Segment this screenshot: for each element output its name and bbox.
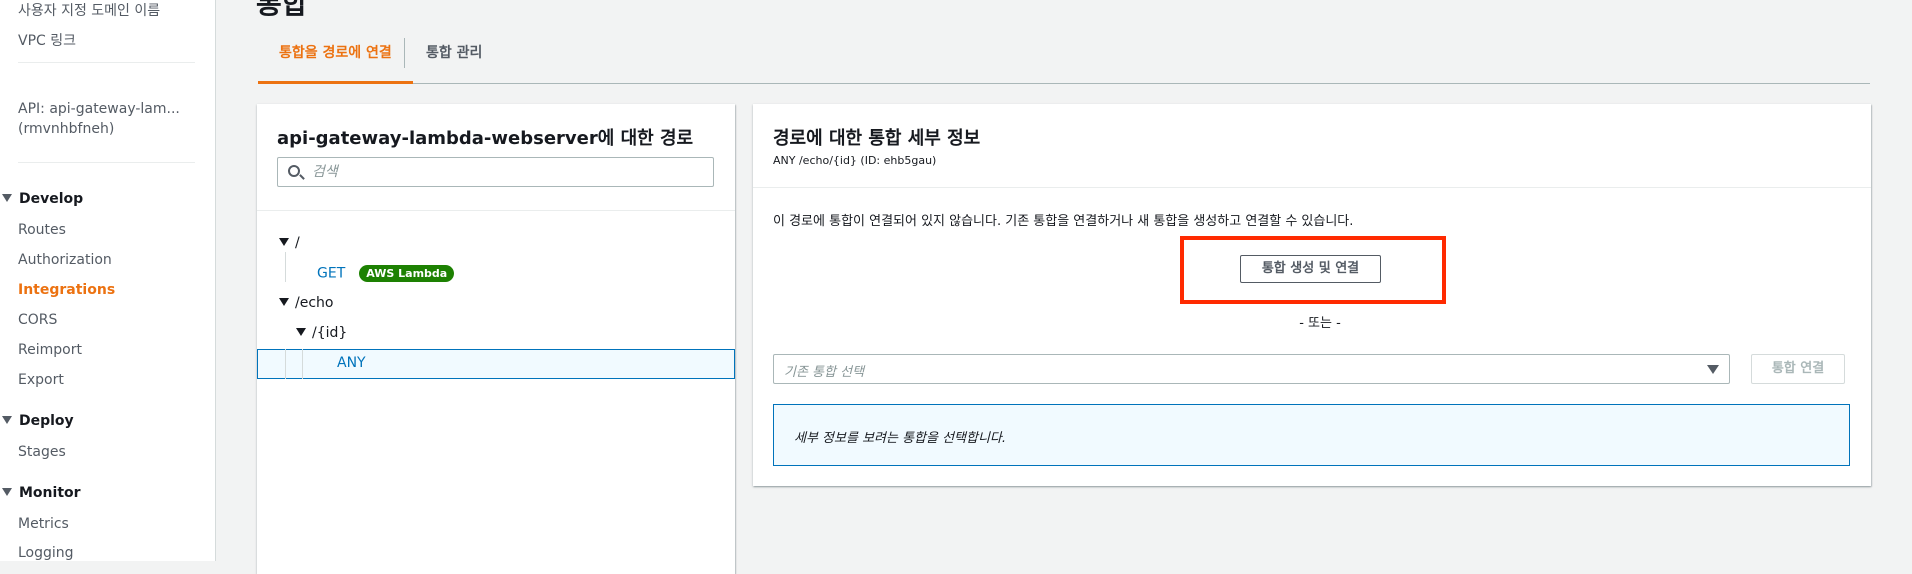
info-alert: 세부 정보를 보려는 통합을 선택합니다.: [773, 404, 1850, 466]
sidebar-item-integrations[interactable]: Integrations: [18, 282, 115, 298]
sidebar-item-routes[interactable]: Routes: [18, 222, 66, 238]
sidebar: 사용자 지정 도메인 이름 VPC 링크 API: api-gateway-la…: [0, 0, 216, 561]
sidebar-section-monitor[interactable]: Monitor: [0, 485, 81, 501]
sidebar-item-custom-domain[interactable]: 사용자 지정 도메인 이름: [18, 0, 160, 20]
caret-down-icon: [279, 238, 289, 246]
sidebar-section-develop[interactable]: Develop: [0, 191, 83, 207]
existing-integration-select[interactable]: 기존 통합 선택: [773, 354, 1730, 384]
sidebar-section-deploy[interactable]: Deploy: [0, 413, 74, 429]
integration-badge: AWS Lambda: [359, 265, 455, 282]
page-title: 통합: [256, 0, 308, 20]
tree-guide-line: [302, 349, 303, 379]
sidebar-item-reimport[interactable]: Reimport: [18, 342, 82, 358]
panel-divider: [753, 187, 1871, 188]
section-label: Monitor: [19, 485, 81, 501]
create-and-attach-button[interactable]: 통합 생성 및 연결: [1240, 255, 1381, 283]
tree-divider: [257, 210, 735, 211]
caret-down-icon: [279, 298, 289, 306]
route-root[interactable]: /: [279, 235, 300, 251]
route-echo-id-any[interactable]: ANY: [337, 355, 366, 371]
sidebar-item-stages[interactable]: Stages: [18, 444, 66, 460]
routes-panel: api-gateway-lambda-webserver에 대한 경로 / GE…: [257, 104, 735, 574]
route-path: /echo: [295, 295, 334, 311]
route-echo-id[interactable]: /{id}: [296, 325, 347, 341]
no-integration-message: 이 경로에 통합이 연결되어 있지 않습니다. 기존 통합을 연결하거나 새 통…: [773, 214, 1354, 229]
sidebar-divider: [18, 62, 195, 63]
routes-panel-title: api-gateway-lambda-webserver에 대한 경로: [277, 128, 694, 149]
caret-down-icon: [2, 488, 12, 496]
info-alert-text: 세부 정보를 보려는 통합을 선택합니다.: [794, 431, 1007, 446]
or-divider: - 또는 -: [1299, 316, 1341, 331]
tree-guide-line: [285, 252, 286, 282]
tab-manage-integrations[interactable]: 통합 관리: [405, 38, 503, 84]
chevron-down-icon: [1707, 365, 1719, 374]
caret-down-icon: [296, 328, 306, 336]
sidebar-item-logging[interactable]: Logging: [18, 545, 74, 561]
attach-integration-button[interactable]: 통합 연결: [1751, 354, 1845, 384]
route-path: /{id}: [312, 325, 348, 341]
tree-guide-line: [285, 349, 286, 379]
main-content: 통합 통합을 경로에 연결 통합 관리 api-gateway-lambda-w…: [216, 0, 1912, 574]
sidebar-item-cors[interactable]: CORS: [18, 312, 57, 328]
api-name: API: api-gateway-lam...: [18, 101, 180, 117]
route-subtitle: ANY /echo/{id} (ID: ehb5gau): [773, 154, 937, 167]
sidebar-item-metrics[interactable]: Metrics: [18, 516, 69, 532]
section-label: Deploy: [19, 413, 74, 429]
route-root-get[interactable]: GET AWS Lambda: [317, 265, 455, 282]
sidebar-item-export[interactable]: Export: [18, 372, 64, 388]
caret-down-icon: [2, 194, 12, 202]
sidebar-item-authorization[interactable]: Authorization: [18, 252, 112, 268]
route-path: /: [295, 235, 300, 251]
search-input[interactable]: [312, 162, 702, 182]
tab-attach-integration[interactable]: 통합을 경로에 연결: [258, 38, 413, 84]
caret-down-icon: [2, 416, 12, 424]
sidebar-item-vpc-link[interactable]: VPC 링크: [18, 30, 76, 50]
sidebar-divider: [18, 162, 195, 163]
selected-route-row[interactable]: [257, 349, 735, 379]
section-label: Develop: [19, 191, 84, 207]
search-icon: [288, 165, 300, 177]
route-method: ANY: [337, 355, 366, 371]
route-echo[interactable]: /echo: [279, 295, 333, 311]
route-method: GET: [317, 265, 346, 282]
api-id: (rmvnhbfneh): [18, 121, 115, 137]
details-panel-title: 경로에 대한 통합 세부 정보: [773, 128, 981, 149]
tab-bar: 통합을 경로에 연결 통합 관리: [258, 38, 1870, 84]
route-search[interactable]: [277, 157, 714, 187]
integration-details-panel: 경로에 대한 통합 세부 정보 ANY /echo/{id} (ID: ehb5…: [753, 104, 1871, 486]
sidebar-api-link[interactable]: API: api-gateway-lam... (rmvnhbfneh): [18, 99, 180, 139]
select-placeholder: 기존 통합 선택: [784, 365, 865, 380]
